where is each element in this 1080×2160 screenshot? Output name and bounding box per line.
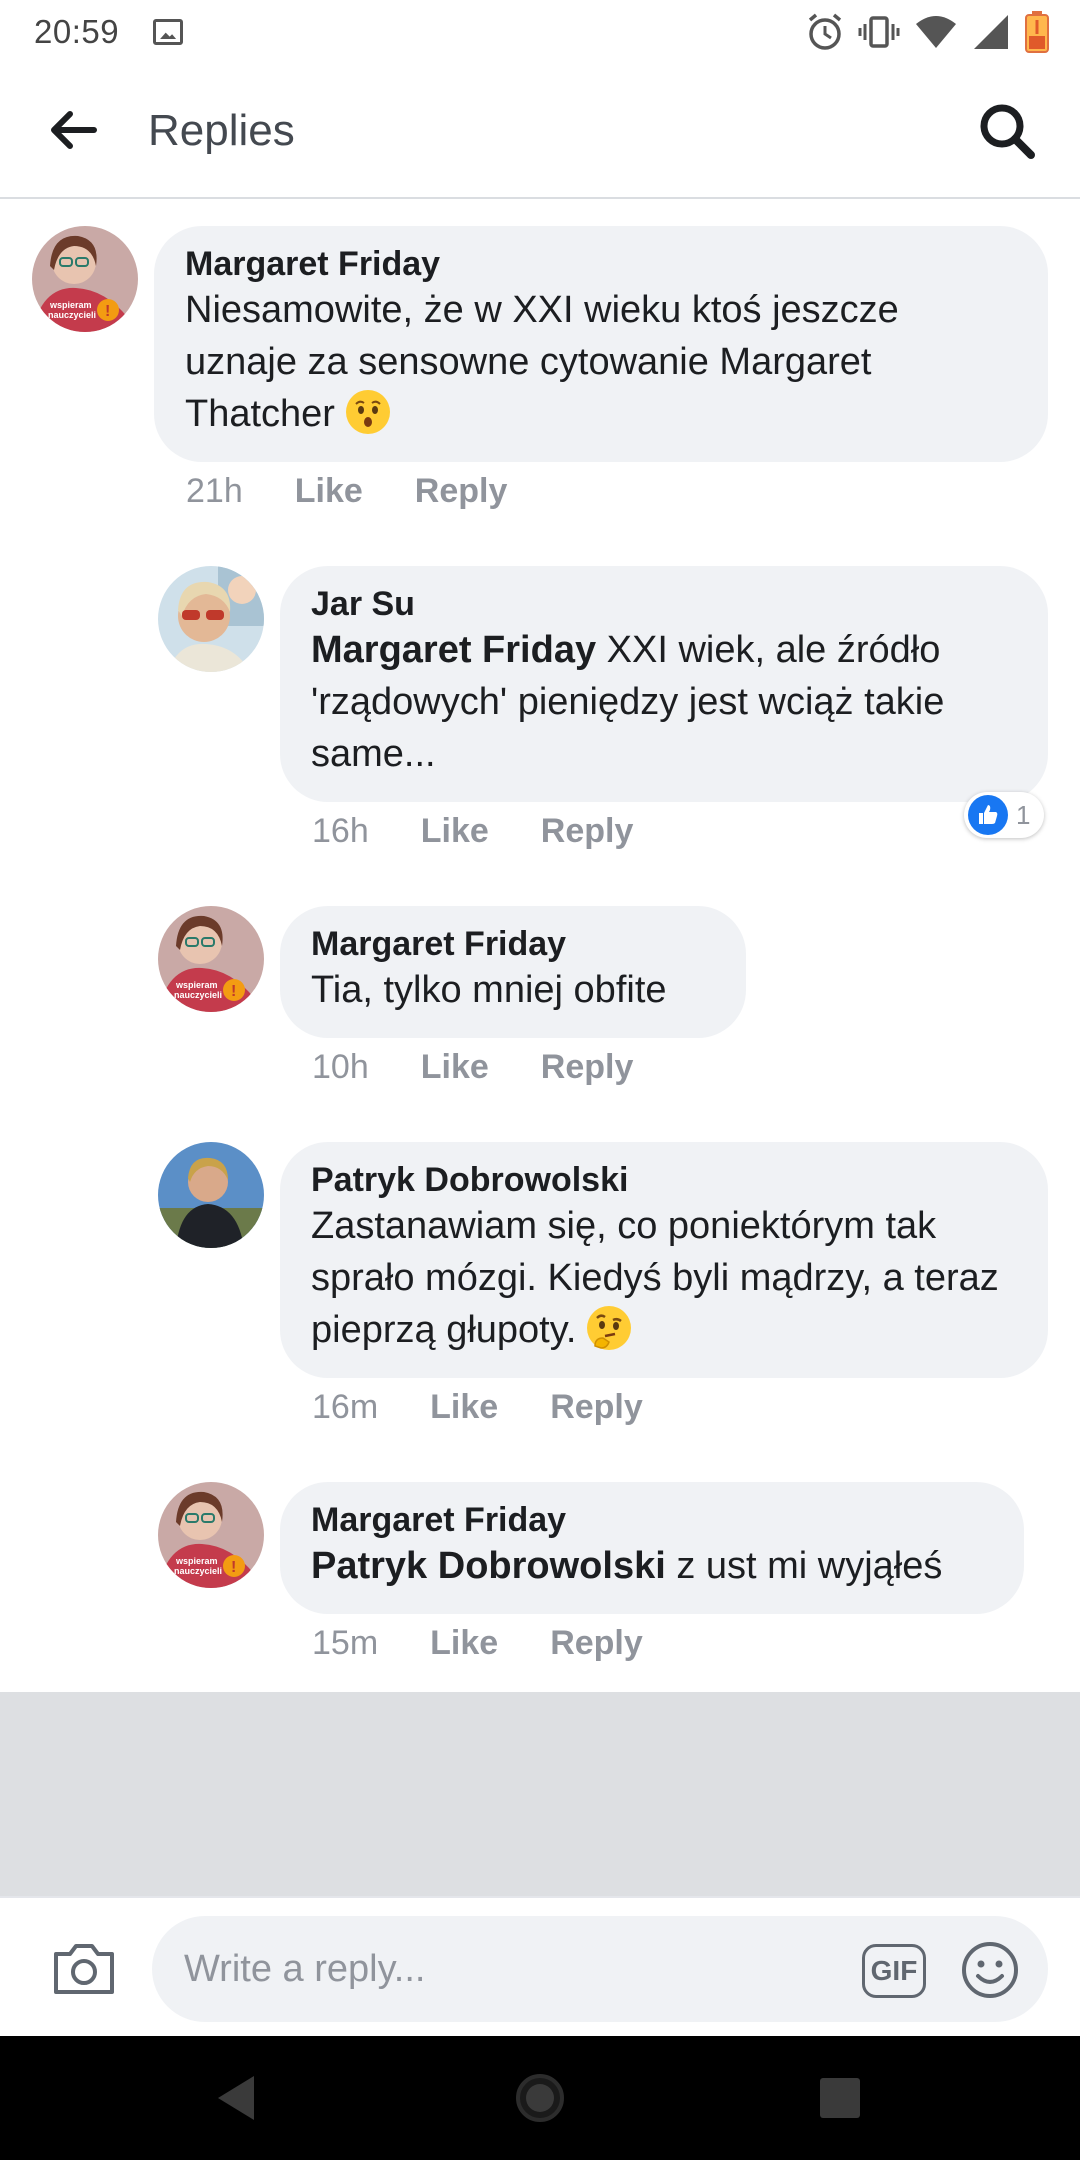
comment-text: Tia, tylko mniej obfite [311, 969, 667, 1011]
avatar[interactable] [158, 566, 264, 672]
reply-button[interactable]: Reply [541, 812, 634, 851]
status-icons [806, 10, 1050, 54]
battery-icon [1025, 11, 1049, 53]
svg-text:nauczycieli: nauczycieli [174, 1566, 222, 1576]
svg-text:!: ! [231, 1559, 236, 1576]
nav-home-icon[interactable] [516, 2074, 564, 2122]
system-nav-bar [0, 2036, 1080, 2160]
thinking-face-emoji [587, 1306, 632, 1350]
reply-button[interactable]: Reply [550, 1624, 643, 1663]
comment-author[interactable]: Margaret Friday [311, 924, 715, 964]
comment-actions: 16h Like Reply [312, 812, 685, 851]
svg-text:wspieram: wspieram [49, 300, 92, 310]
like-button[interactable]: Like [421, 812, 489, 851]
comment-bubble[interactable]: Margaret Friday Niesamowite, że w XXI wi… [154, 226, 1048, 462]
comment-author[interactable]: Margaret Friday [185, 244, 1017, 284]
like-button[interactable]: Like [430, 1624, 498, 1663]
comment-text: Niesamowite, że w XXI wieku ktoś jeszcze… [185, 284, 1017, 440]
comment-time: 15m [312, 1624, 379, 1662]
comment-text: Zastanawiam się, co poniektórym tak spra… [311, 1200, 1017, 1356]
comment-actions: 15m Like Reply [312, 1624, 695, 1663]
search-icon[interactable] [978, 102, 1036, 160]
svg-text:!: ! [231, 983, 236, 1000]
comment-text: Margaret Friday XXI wiek, ale źródło 'rz… [311, 624, 1017, 780]
camera-icon[interactable] [52, 1940, 116, 1996]
mention-tag[interactable]: Patryk Dobrowolski [311, 1545, 666, 1587]
comment-time: 16h [312, 812, 369, 850]
like-button[interactable]: Like [295, 472, 363, 511]
svg-text:nauczycieli: nauczycieli [48, 310, 96, 320]
avatar[interactable]: wspieram nauczycieli ! [158, 906, 264, 1012]
comment-time: 21h [186, 472, 243, 510]
alarm-icon [808, 13, 842, 50]
emoji-icon[interactable] [960, 1940, 1020, 2000]
gif-button[interactable]: GIF [862, 1944, 926, 1998]
avatar[interactable]: wspieram nauczycieli ! [32, 226, 138, 332]
reply-button[interactable]: Reply [550, 1388, 643, 1427]
thumbs-up-icon [968, 795, 1008, 835]
comment-bubble[interactable]: Margaret Friday Patryk Dobrowolski z ust… [280, 1482, 1024, 1614]
avatar[interactable] [158, 1142, 264, 1248]
empty-feed-area [0, 1692, 1080, 1896]
vibrate-icon [858, 16, 900, 48]
reply-composer: GIF [0, 1896, 1080, 2036]
svg-text:nauczycieli: nauczycieli [174, 990, 222, 1000]
comment-actions: 16m Like Reply [312, 1388, 695, 1427]
comment-body: z ust mi wyjąłeś [665, 1545, 943, 1587]
status-bar: 20:59 [0, 0, 1080, 64]
comment-text: Patryk Dobrowolski z ust mi wyjąłeś [311, 1540, 993, 1592]
signal-icon [974, 15, 1008, 49]
comment-author[interactable]: Margaret Friday [311, 1500, 993, 1540]
avatar[interactable]: wspieram nauczycieli ! [158, 1482, 264, 1588]
comment-bubble[interactable]: Jar Su Margaret Friday XXI wiek, ale źró… [280, 566, 1048, 802]
comment-time: 10h [312, 1048, 369, 1086]
svg-text:wspieram: wspieram [175, 980, 218, 990]
comment-body: Niesamowite, że w XXI wieku ktoś jeszcze… [185, 289, 899, 435]
comment-actions: 21h Like Reply [186, 472, 559, 511]
reaction-count: 1 [1016, 799, 1031, 830]
hushed-face-emoji [345, 390, 390, 434]
comment-body: Zastanawiam się, co poniektórym tak spra… [311, 1205, 999, 1351]
gallery-notification-icon [153, 19, 184, 45]
reaction-badge[interactable]: 1 [964, 792, 1045, 838]
like-button[interactable]: Like [421, 1048, 489, 1087]
comment-bubble[interactable]: Margaret Friday Tia, tylko mniej obfite [280, 906, 746, 1038]
comment-bubble[interactable]: Patryk Dobrowolski Zastanawiam się, co p… [280, 1142, 1048, 1378]
comment-author[interactable]: Jar Su [311, 584, 1017, 624]
status-time: 20:59 [34, 13, 120, 50]
wifi-icon [916, 16, 956, 48]
comment-author[interactable]: Patryk Dobrowolski [311, 1160, 1017, 1200]
comment-actions: 10h Like Reply [312, 1048, 685, 1087]
reply-button[interactable]: Reply [415, 472, 508, 511]
mention-tag[interactable]: Margaret Friday [311, 629, 596, 671]
like-button[interactable]: Like [430, 1388, 498, 1427]
svg-text:!: ! [105, 303, 110, 320]
comment-time: 16m [312, 1388, 379, 1426]
top-bar: Replies [0, 64, 1080, 199]
nav-back-icon[interactable] [216, 2074, 256, 2122]
nav-recents-icon[interactable] [820, 2078, 860, 2118]
page-title: Replies [148, 106, 295, 155]
back-arrow-icon[interactable] [48, 110, 98, 150]
reply-button[interactable]: Reply [541, 1048, 634, 1087]
svg-text:wspieram: wspieram [175, 1556, 218, 1566]
